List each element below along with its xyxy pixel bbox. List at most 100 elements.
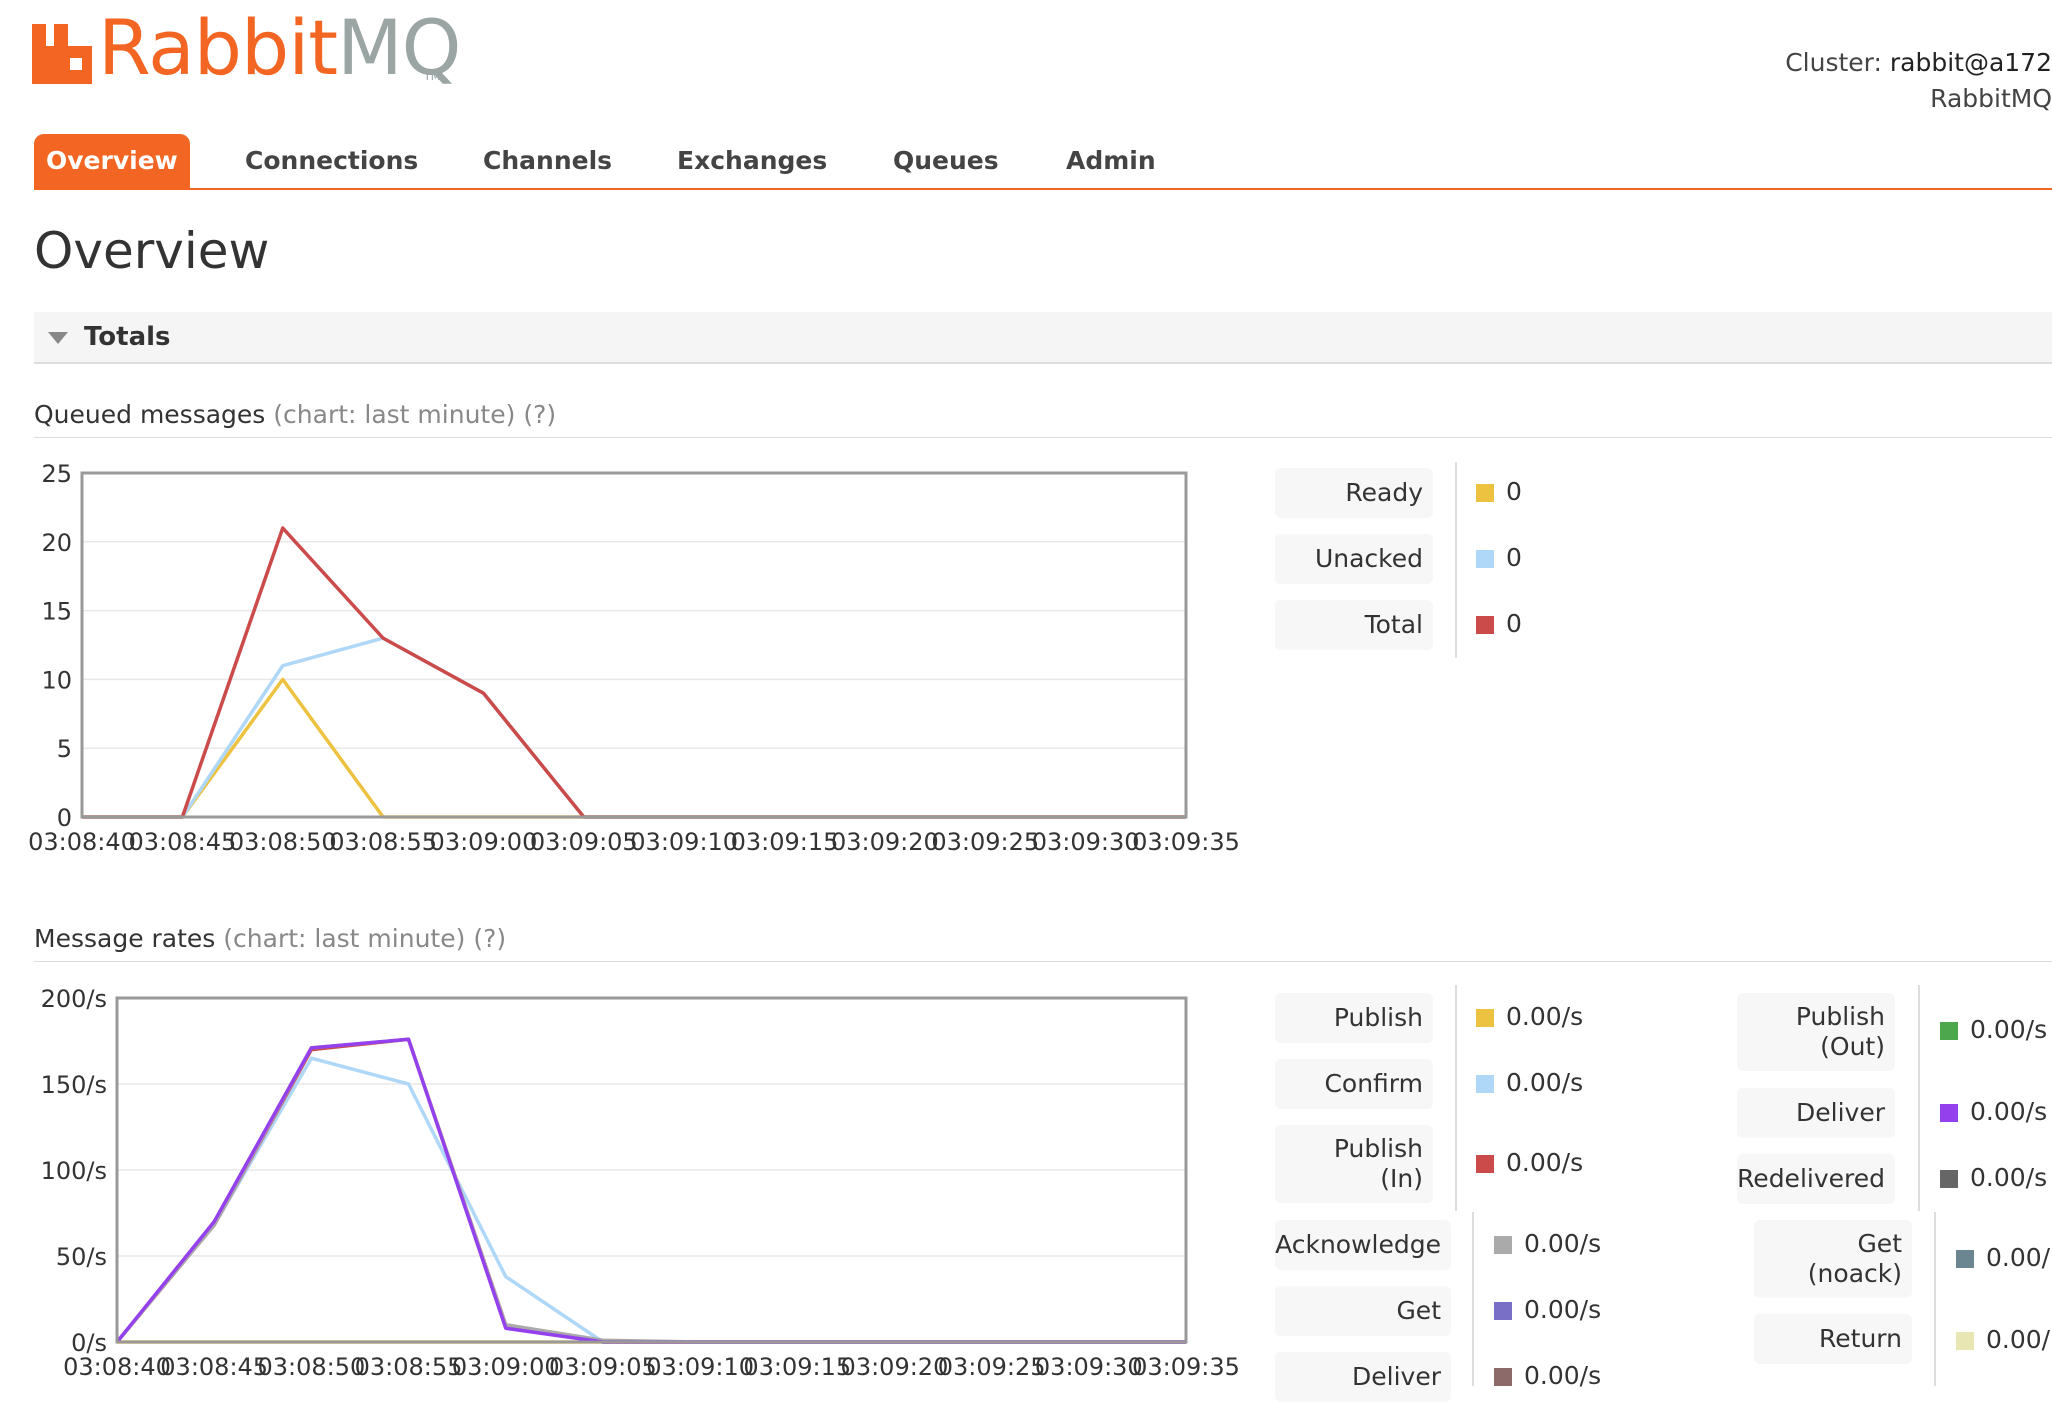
version-info: RabbitMQ [1930, 84, 2052, 113]
legend-publish-label: Publish [1275, 993, 1433, 1043]
tab-admin[interactable]: Admin [1054, 134, 1168, 188]
legend-ready-value: 0 [1506, 477, 1522, 506]
redelivered-swatch [1940, 1170, 1958, 1188]
publish-out-swatch [1940, 1022, 1958, 1040]
legend-return-label: Return [1754, 1314, 1912, 1364]
rabbit-logo-icon [32, 24, 92, 84]
queued-chart-x-tick-label: 03:08:40 [28, 828, 136, 856]
legend-get-value: 0.00/s [1524, 1295, 1602, 1324]
legend-acknowledge-value: 0.00/s [1524, 1229, 1602, 1258]
unacked-swatch [1476, 550, 1494, 568]
rates-chart-x-tick-label: 03:08:45 [160, 1353, 268, 1381]
legend-acknowledge-label: Acknowledge [1275, 1220, 1451, 1270]
queued-messages-heading: Queued messages (chart: last minute) (?) [34, 400, 2052, 438]
confirm-swatch [1476, 1075, 1494, 1093]
total-swatch [1476, 616, 1494, 634]
tab-channels[interactable]: Channels [471, 134, 624, 188]
legend-publish-in-label: Publish (In) [1275, 1125, 1433, 1203]
rates-chart-x-tick-label: 03:09:30 [1035, 1353, 1143, 1381]
rates-chart-x-tick-label: 03:09:35 [1132, 1353, 1240, 1381]
rates-chart-x-tick-label: 03:08:40 [63, 1353, 171, 1381]
queued-chart-plot-area [82, 473, 1186, 817]
message-rates-heading: Message rates (chart: last minute) (?) [34, 924, 2052, 962]
acknowledge-swatch [1494, 1236, 1512, 1254]
publish-swatch [1476, 1009, 1494, 1027]
queued-chart-y-tick-label: 20 [41, 529, 72, 557]
logo-text-mq: MQ [337, 3, 461, 92]
legend-publish-in-value: 0.00/s [1506, 1148, 1584, 1177]
deliver-swatch [1494, 1368, 1512, 1386]
rates-chart-x-tick-label: 03:08:50 [257, 1353, 365, 1381]
legend-deliver2-label: Deliver [1737, 1088, 1895, 1138]
queued-chart-x-tick-label: 03:08:50 [229, 828, 337, 856]
logo-text-rabbit: Rabbit [98, 3, 338, 92]
queued-chart-x-tick-label: 03:09:15 [731, 828, 839, 856]
rates-chart-x-tick-label: 03:09:00 [452, 1353, 560, 1381]
queued-chart-y-tick-label: 10 [41, 666, 72, 694]
legend-deliver2-value: 0.00/s [1970, 1097, 2048, 1126]
queued-chart-x-tick-label: 03:09:00 [430, 828, 538, 856]
cluster-info: Cluster: rabbit@a172 [1785, 48, 2052, 77]
rates-chart-x-tick-label: 03:09:05 [549, 1353, 657, 1381]
get-noack-swatch [1956, 1250, 1974, 1268]
main-nav-tabs: Overview Connections Channels Exchanges … [34, 134, 2052, 190]
message-rates-chart: 0/s50/s100/s150/s200/s03:08:4003:08:4503… [41, 985, 1240, 1381]
queued-chart-x-tick-label: 03:09:35 [1132, 828, 1240, 856]
queued-messages-chart-note[interactable]: (chart: last minute) [273, 400, 515, 429]
ready-swatch [1476, 484, 1494, 502]
page-title: Overview [34, 222, 270, 280]
tab-queues[interactable]: Queues [881, 134, 1011, 188]
queued-chart-x-tick-label: 03:09:25 [931, 828, 1039, 856]
rates-chart-x-tick-label: 03:09:25 [938, 1353, 1046, 1381]
legend-confirm-value: 0.00/s [1506, 1068, 1584, 1097]
queued-chart-x-tick-label: 03:09:05 [530, 828, 638, 856]
legend-redelivered-label: Redelivered [1737, 1154, 1895, 1204]
message-rates-chart-note[interactable]: (chart: last minute) [223, 924, 465, 953]
rates-chart-x-tick-label: 03:09:20 [841, 1353, 949, 1381]
queued-chart-x-tick-label: 03:09:20 [831, 828, 939, 856]
rabbitmq-logo[interactable]: RabbitMQ TM [32, 3, 462, 94]
rates-chart-y-tick-label: 50/s [56, 1243, 107, 1271]
rates-chart-x-tick-label: 03:08:55 [355, 1353, 463, 1381]
totals-section-toggle[interactable]: Totals [34, 312, 2052, 364]
legend-unacked-label: Unacked [1275, 534, 1433, 584]
queued-messages-title: Queued messages [34, 400, 266, 429]
return-swatch [1956, 1332, 1974, 1350]
legend-unacked-value: 0 [1506, 543, 1522, 572]
legend-publish-value: 0.00/s [1506, 1002, 1584, 1031]
legend-get-label: Get [1275, 1286, 1451, 1336]
queued-chart-y-tick-label: 15 [41, 598, 72, 626]
legend-get-noack-label: Get (noack) [1754, 1220, 1912, 1298]
queued-chart-x-tick-label: 03:09:10 [630, 828, 738, 856]
queued-chart-x-tick-label: 03:08:55 [329, 828, 437, 856]
legend-return-value: 0.00/ [1986, 1325, 2051, 1354]
queued-chart-x-tick-label: 03:08:45 [128, 828, 236, 856]
legend-publish-out-value: 0.00/s [1970, 1015, 2048, 1044]
queued-chart-y-tick-label: 5 [57, 735, 72, 763]
publish-in-swatch [1476, 1155, 1494, 1173]
get-swatch [1494, 1302, 1512, 1320]
legend-redelivered-value: 0.00/s [1970, 1163, 2048, 1192]
queued-messages-help[interactable]: (?) [523, 400, 556, 429]
legend-publish-out-label: Publish (Out) [1737, 993, 1895, 1071]
collapse-triangle-icon [48, 332, 68, 344]
queued-chart-x-tick-label: 03:09:30 [1032, 828, 1140, 856]
rates-chart-y-tick-label: 100/s [41, 1157, 107, 1185]
rates-chart-y-tick-label: 150/s [41, 1071, 107, 1099]
legend-total-label: Total [1275, 600, 1433, 650]
legend-deliver-label: Deliver [1275, 1352, 1451, 1402]
tab-overview[interactable]: Overview [34, 134, 190, 188]
rates-chart-x-tick-label: 03:09:10 [646, 1353, 754, 1381]
message-rates-title: Message rates [34, 924, 216, 953]
totals-section-label: Totals [84, 322, 171, 352]
legend-ready-label: Ready [1275, 468, 1433, 518]
legend-confirm-label: Confirm [1275, 1059, 1433, 1109]
queued-messages-chart: 051015202503:08:4003:08:4503:08:5003:08:… [28, 460, 1240, 856]
tab-exchanges[interactable]: Exchanges [665, 134, 839, 188]
cluster-value: rabbit@a172 [1889, 48, 2052, 77]
tab-connections[interactable]: Connections [233, 134, 430, 188]
rates-chart-x-tick-label: 03:09:15 [743, 1353, 851, 1381]
legend-total-value: 0 [1506, 609, 1522, 638]
rates-chart-y-tick-label: 200/s [41, 985, 107, 1013]
message-rates-help[interactable]: (?) [473, 924, 506, 953]
